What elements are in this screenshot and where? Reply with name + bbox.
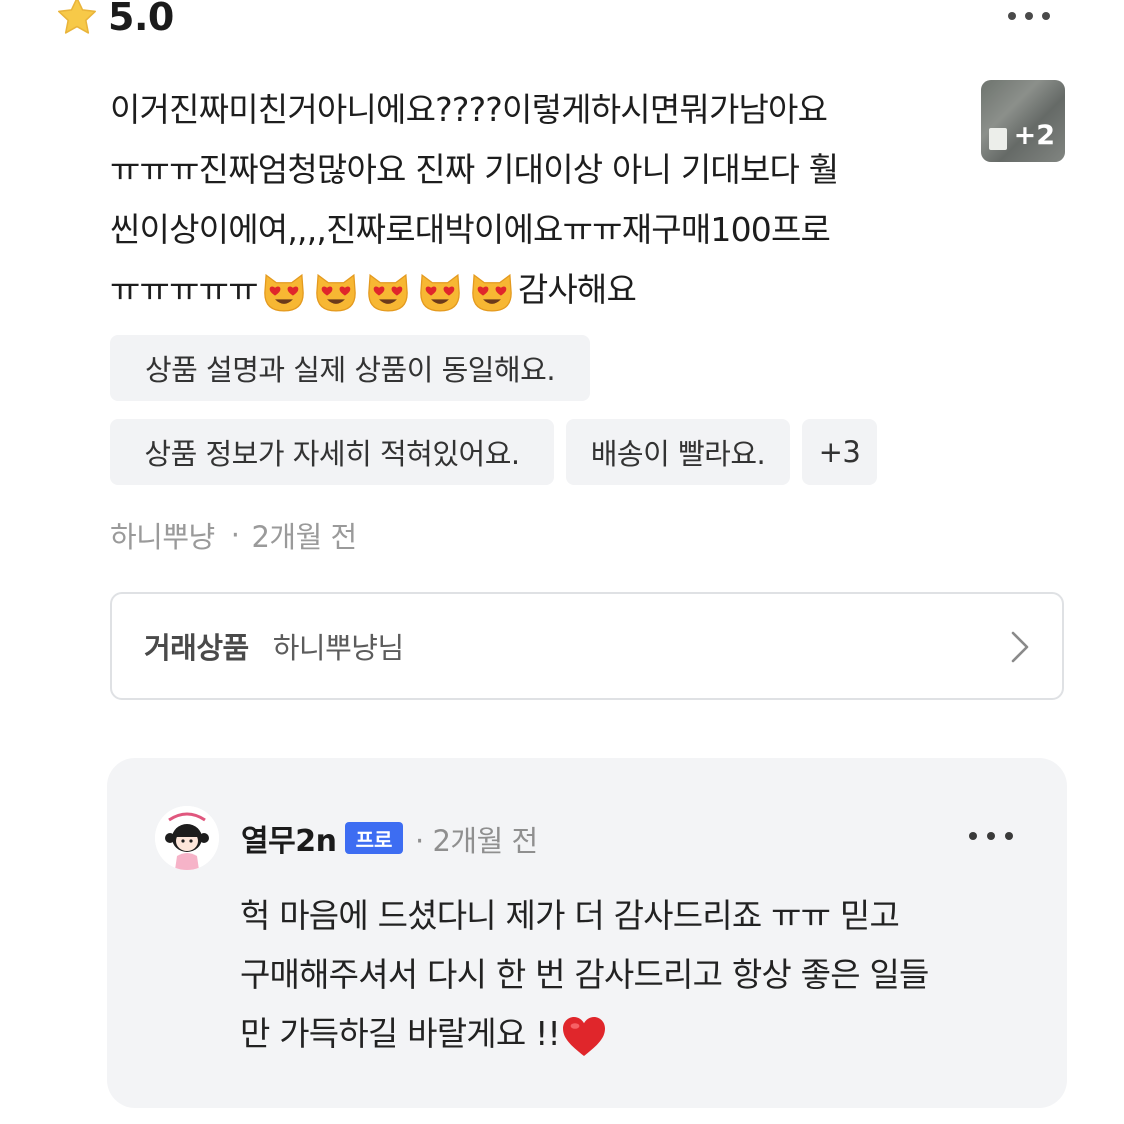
- seller-name[interactable]: 열무2n: [241, 816, 337, 860]
- reply-more-options-button[interactable]: [969, 828, 1025, 844]
- product-name: 하니뿌냥님: [272, 631, 404, 665]
- reply-text: 헉 마음에 드셨다니 제가 더 감사드리죠 ㅠㅠ 믿고 구매해주셔서 다시 한 …: [240, 886, 1040, 1063]
- tag-label: +3: [818, 435, 861, 469]
- reply-time-text: 2개월 전: [432, 824, 538, 858]
- more-dot-icon: [1042, 12, 1050, 20]
- avatar-illustration-icon: [155, 806, 219, 870]
- review-tag[interactable]: 상품 설명과 실제 상품이 동일해요.: [110, 335, 590, 401]
- review-text: 이거진짜미친거아니에요????이렇게하시면뭐가남아요 ㅠㅠㅠ진짜엄청많아요 진짜…: [110, 80, 950, 320]
- more-dot-icon: [1025, 12, 1033, 20]
- product-label: 거래상품: [144, 631, 249, 665]
- heart-eyes-cat-icon: [261, 270, 307, 314]
- more-dot-icon: [987, 832, 995, 840]
- heart-eyes-cat-icon: [365, 270, 411, 314]
- more-options-button[interactable]: [1008, 6, 1072, 26]
- red-heart-icon: [562, 1016, 605, 1056]
- tag-label: 배송이 빨라요.: [590, 437, 766, 471]
- reply-separator: ·: [415, 824, 424, 858]
- traded-product-card[interactable]: 거래상품 하니뿌냥님: [110, 592, 1064, 700]
- pro-badge: 프로: [345, 822, 403, 854]
- reply-time: · 2개월 전: [415, 818, 538, 860]
- more-dot-icon: [1008, 12, 1016, 20]
- meta-separator: ·: [230, 518, 240, 552]
- review-time: 2개월 전: [251, 520, 357, 554]
- review-meta: 하니뿌냥 · 2개월 전: [110, 512, 357, 558]
- more-dot-icon: [1005, 832, 1013, 840]
- thumbnail-figure: [989, 128, 1007, 150]
- heart-eyes-cat-icon: [469, 270, 515, 314]
- review-author[interactable]: 하니뿌냥: [110, 514, 215, 556]
- more-dot-icon: [969, 832, 977, 840]
- rating: 5.0: [54, 0, 174, 42]
- star-icon: [58, 0, 96, 34]
- heart-eyes-cat-icon: [417, 270, 463, 314]
- review-photo-thumbnail[interactable]: +2: [981, 80, 1065, 162]
- emoji-row: [258, 270, 518, 312]
- photo-more-count: +2: [1013, 120, 1055, 151]
- review-text-end: 감사해요: [517, 270, 637, 309]
- seller-avatar[interactable]: [155, 806, 219, 870]
- tag-label: 상품 정보가 자세히 적혀있어요.: [144, 437, 520, 471]
- review-tag[interactable]: 상품 정보가 자세히 적혀있어요.: [110, 419, 554, 485]
- rating-value: 5.0: [108, 0, 174, 39]
- more-tags-button[interactable]: +3: [802, 419, 877, 485]
- chevron-right-icon: [1011, 631, 1029, 663]
- seller-reply: 열무2n 프로 · 2개월 전 헉 마음에 드셨다니 제가 더 감사드리죠 ㅠㅠ…: [107, 758, 1067, 1108]
- heart-eyes-cat-icon: [313, 270, 359, 314]
- tag-label: 상품 설명과 실제 상품이 동일해요.: [144, 353, 556, 387]
- review-tag[interactable]: 배송이 빨라요.: [566, 419, 790, 485]
